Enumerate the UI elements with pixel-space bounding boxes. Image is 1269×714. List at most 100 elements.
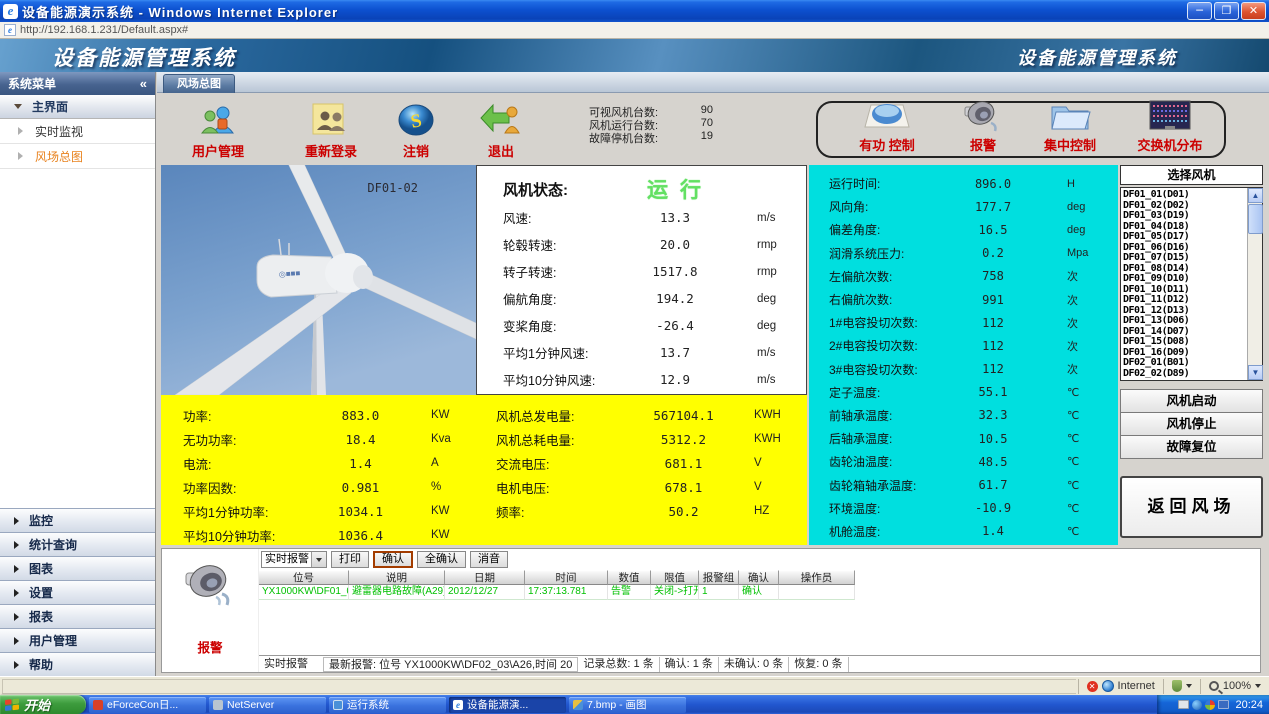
network-tray-icon[interactable]	[1192, 700, 1202, 710]
row-unit: ℃	[1067, 455, 1079, 468]
sidebar-item-windfarm-overview[interactable]: 风场总图	[0, 144, 155, 169]
start-button[interactable]: 开始	[0, 695, 86, 714]
row-value: 112	[957, 362, 1029, 376]
column-header[interactable]: 报警组	[699, 570, 739, 585]
row-unit: m/s	[757, 374, 776, 386]
sidebar-accordion-item[interactable]: 设置	[0, 580, 155, 604]
confirm-button[interactable]: 确认	[373, 551, 413, 568]
sidebar-accordion-item[interactable]: 帮助	[0, 652, 155, 676]
scroll-thumb[interactable]	[1248, 204, 1263, 234]
sidebar-accordion-label: 监控	[29, 512, 53, 529]
column-header[interactable]: 时间	[525, 570, 608, 585]
logout-button[interactable]: S 注销	[374, 101, 458, 160]
close-button[interactable]: ✕	[1241, 2, 1266, 20]
task-label: 设备能源演...	[467, 697, 528, 713]
triangle-right-icon	[14, 661, 19, 669]
task-eforcecon[interactable]: eForceCon日...	[89, 697, 206, 713]
column-header[interactable]: 限值	[651, 570, 699, 585]
scroll-down-icon[interactable]: ▼	[1248, 365, 1263, 380]
stat-row: 故障停机台数: 19	[589, 130, 713, 143]
turbine-list-item[interactable]: DF02_01(B01)	[1123, 358, 1246, 369]
user-management-button[interactable]: 用户管理	[176, 101, 260, 160]
tab-windfarm-overview[interactable]: 风场总图	[163, 74, 235, 93]
row-unit: rmp	[757, 239, 777, 251]
column-header[interactable]: 说明	[349, 570, 445, 585]
turbine-list-item[interactable]: DF01_01(D01)	[1123, 190, 1246, 201]
sidebar-accordion-item[interactable]: 监控	[0, 508, 155, 532]
status-row: 平均1分钟风速: 13.7 m/s	[477, 339, 806, 366]
restore-button[interactable]: ❐	[1214, 2, 1239, 20]
task-netserver[interactable]: NetServer	[209, 697, 326, 713]
display-tray-icon[interactable]	[1218, 700, 1229, 709]
turbine-list-item[interactable]: DF01_07(D15)	[1123, 253, 1246, 264]
security-zone: ✕ Internet	[1078, 679, 1163, 694]
address-bar: e http://192.168.1.231/Default.aspx#	[0, 22, 1269, 39]
select-turbine-button[interactable]: 选择风机	[1120, 165, 1263, 185]
column-header[interactable]: 数值	[608, 570, 651, 585]
sidebar-accordion-item[interactable]: 图表	[0, 556, 155, 580]
app-icon	[93, 700, 103, 710]
fault-reset-button[interactable]: 故障复位	[1120, 435, 1263, 459]
sidebar-item-realtime-monitor[interactable]: 实时监视	[0, 119, 155, 144]
turbine-list-item[interactable]: DF01_11(D12)	[1123, 295, 1246, 306]
start-label: 开始	[24, 695, 50, 714]
collapse-sidebar-icon[interactable]: «	[140, 76, 147, 91]
address-url[interactable]: http://192.168.1.231/Default.aspx#	[20, 24, 188, 36]
sidebar-item-label: 实时监视	[35, 123, 83, 140]
page-error-icon: ✕	[1087, 681, 1098, 692]
return-windfarm-button[interactable]: 返回风场	[1120, 476, 1263, 538]
zoom-control[interactable]: 100%	[1200, 679, 1269, 694]
sidebar-accordion-item[interactable]: 用户管理	[0, 628, 155, 652]
turbine-list-item[interactable]: DF01_09(D10)	[1123, 274, 1246, 285]
scrollbar[interactable]: ▲ ▼	[1247, 188, 1262, 380]
row-label: 风向角:	[829, 198, 957, 215]
chevron-right-icon	[18, 152, 23, 160]
confirm-all-button[interactable]: 全确认	[417, 551, 466, 568]
column-header[interactable]: 日期	[445, 570, 525, 585]
mute-button[interactable]: 消音	[470, 551, 508, 568]
row-label: 风速:	[503, 208, 635, 227]
row-value: 758	[957, 269, 1029, 283]
dropdown-arrow-icon[interactable]	[311, 552, 326, 567]
task-paint[interactable]: 7.bmp - 画图	[569, 697, 686, 713]
alarm-table-zone: 实时报警 打印 确认 全确认 消音 位号说明日期时间数值限值报警组确认操作员 Y…	[258, 549, 1260, 672]
keyboard-tray-icon[interactable]	[1178, 700, 1189, 709]
turbine-list-item[interactable]: DF01_03(D19)	[1123, 211, 1246, 222]
sidebar-accordion-item[interactable]: 报表	[0, 604, 155, 628]
scroll-up-icon[interactable]: ▲	[1248, 188, 1263, 203]
sidebar-header[interactable]: 系统菜单 «	[0, 72, 155, 95]
task-energy-system[interactable]: e 设备能源演...	[449, 697, 566, 713]
pinwheel-tray-icon[interactable]	[1205, 700, 1215, 710]
exit-button[interactable]: 退出	[459, 101, 543, 160]
column-header[interactable]: 操作员	[779, 570, 855, 585]
alarm-table-row[interactable]: YX1000KW\DF01_02\A29避雷器电路故障(A29)2012/12/…	[259, 585, 1260, 600]
print-button[interactable]: 打印	[331, 551, 369, 568]
row-value: 1036.4	[318, 528, 403, 543]
column-header[interactable]: 确认	[739, 570, 779, 585]
turbine-list-item[interactable]: DF02_02(D89)	[1123, 369, 1246, 379]
column-header[interactable]: 位号	[259, 570, 349, 585]
alarm-control-button[interactable]: 报警	[939, 97, 1027, 154]
row-unit: ℃	[1067, 525, 1079, 538]
row-unit: ℃	[1067, 432, 1079, 445]
row-unit: rmp	[757, 266, 777, 278]
sidebar-accordion-item[interactable]: 统计查询	[0, 532, 155, 556]
turbine-stop-button[interactable]: 风机停止	[1120, 412, 1263, 436]
row-value: 112	[957, 316, 1029, 330]
turbine-start-button[interactable]: 风机启动	[1120, 389, 1263, 413]
turbine-list-item[interactable]: DF01_13(D06)	[1123, 316, 1246, 327]
measurement-row: 左偏航次数: 758 次	[809, 265, 1118, 288]
relogin-button[interactable]: 重新登录	[289, 101, 373, 160]
switch-distribution-button[interactable]: 交换机分布	[1126, 97, 1214, 154]
task-runtime-system[interactable]: 运行系统	[329, 697, 446, 713]
active-power-control-button[interactable]: 有功 控制	[843, 97, 931, 154]
turbine-list-item[interactable]: DF01_05(D17)	[1123, 232, 1246, 243]
row-unit: deg	[1067, 201, 1085, 213]
central-control-button[interactable]: 集中控制	[1026, 97, 1114, 154]
sidebar-group-main[interactable]: 主界面	[0, 95, 155, 119]
minimize-button[interactable]: ─	[1187, 2, 1212, 20]
turbine-list-item[interactable]: DF01_15(D08)	[1123, 337, 1246, 348]
row-label: 后轴承温度:	[829, 430, 957, 447]
row-value: 567104.1	[641, 408, 726, 423]
alarm-filter-dropdown[interactable]: 实时报警	[261, 551, 327, 568]
